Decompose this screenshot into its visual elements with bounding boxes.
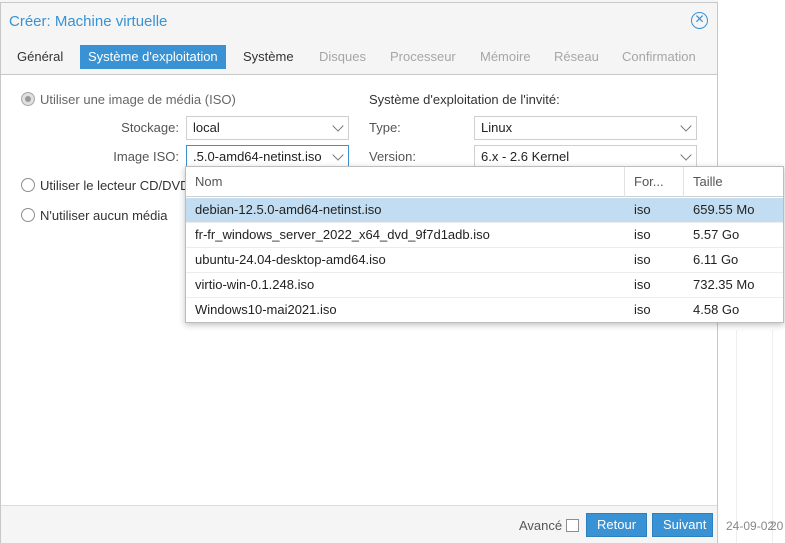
tab-general[interactable]: Général	[9, 45, 71, 69]
iso-size: 732.35 Mo	[693, 277, 755, 292]
next-button[interactable]: Suivant	[652, 513, 713, 537]
tab-memory: Mémoire	[480, 49, 531, 64]
iso-row[interactable]: debian-12.5.0-amd64-netinst.iso iso 659.…	[186, 198, 783, 223]
chevron-down-icon[interactable]	[332, 149, 344, 161]
guest-os-title: Système d'exploitation de l'invité:	[369, 92, 560, 107]
iso-name: virtio-win-0.1.248.iso	[195, 277, 315, 292]
radio-cd-label: Utiliser le lecteur CD/DVD	[40, 177, 190, 193]
chevron-down-icon[interactable]	[680, 120, 692, 132]
iso-name: Windows10-mai2021.iso	[195, 302, 337, 317]
iso-format: iso	[634, 302, 651, 317]
iso-format: iso	[634, 277, 651, 292]
iso-name: fr-fr_windows_server_2022_x64_dvd_9f7d1a…	[195, 227, 490, 242]
iso-name: debian-12.5.0-amd64-netinst.iso	[195, 202, 382, 217]
advanced-label: Avancé	[519, 518, 563, 533]
iso-row[interactable]: fr-fr_windows_server_2022_x64_dvd_9f7d1a…	[186, 223, 783, 248]
tab-system[interactable]: Système	[235, 45, 302, 69]
background-axis-date-cut: 20	[770, 519, 784, 533]
iso-size: 5.57 Go	[693, 227, 740, 242]
column-header-format[interactable]: For...	[625, 167, 684, 197]
radio-unchecked-icon[interactable]	[21, 208, 35, 222]
iso-row[interactable]: Windows10-mai2021.iso iso 4.58 Go	[186, 298, 783, 323]
advanced-checkbox[interactable]	[566, 519, 579, 532]
column-header-name[interactable]: Nom	[186, 167, 625, 197]
tab-disks: Disques	[319, 49, 366, 64]
iso-format: iso	[634, 227, 651, 242]
dialog-title: Créer: Machine virtuelle	[9, 13, 168, 30]
back-button[interactable]: Retour	[586, 513, 647, 537]
iso-dropdown-list: Nom For... Taille debian-12.5.0-amd64-ne…	[185, 166, 784, 323]
column-header-size[interactable]: Taille	[684, 167, 783, 197]
iso-row[interactable]: virtio-win-0.1.248.iso iso 732.35 Mo	[186, 273, 783, 298]
radio-use-iso[interactable]: Utiliser une image de média (ISO)	[21, 90, 236, 108]
iso-size: 659.55 Mo	[693, 202, 755, 217]
dialog-footer: Avancé Retour Suivant	[1, 505, 717, 543]
close-icon[interactable]: ✕	[691, 12, 708, 29]
iso-format: iso	[634, 252, 651, 267]
iso-size: 6.11 Go	[693, 252, 739, 267]
radio-no-media[interactable]: N'utiliser aucun média	[21, 206, 168, 224]
radio-iso-label: Utiliser une image de média (ISO)	[40, 91, 236, 107]
os-type-select[interactable]: Linux	[474, 116, 697, 140]
iso-image-label: Image ISO:	[113, 149, 179, 164]
os-version-label: Version:	[369, 149, 416, 164]
background-gridline	[736, 330, 737, 543]
tab-network: Réseau	[554, 49, 599, 64]
iso-list-header: Nom For... Taille	[186, 167, 783, 197]
iso-row[interactable]: ubuntu-24.04-desktop-amd64.iso iso 6.11 …	[186, 248, 783, 273]
background-axis-date: 24-09-02	[726, 519, 775, 533]
radio-use-cd[interactable]: Utiliser le lecteur CD/DVD	[21, 176, 190, 194]
chevron-down-icon[interactable]	[332, 120, 344, 132]
storage-label: Stockage:	[121, 120, 179, 135]
background-gridline	[772, 330, 773, 543]
iso-image-value: .5.0-amd64-netinst.iso	[193, 149, 322, 164]
chevron-down-icon[interactable]	[680, 149, 692, 161]
radio-checked-icon[interactable]	[21, 92, 35, 106]
os-type-value: Linux	[481, 120, 513, 135]
radio-unchecked-icon[interactable]	[21, 178, 35, 192]
radio-none-label: N'utiliser aucun média	[40, 207, 168, 223]
iso-name: ubuntu-24.04-desktop-amd64.iso	[195, 252, 386, 267]
tab-confirmation: Confirmation	[622, 49, 696, 64]
iso-format: iso	[634, 202, 651, 217]
storage-select[interactable]: local	[186, 116, 349, 140]
os-type-label: Type:	[369, 120, 401, 135]
os-version-value: 6.x - 2.6 Kernel	[481, 149, 570, 164]
tab-cpu: Processeur	[390, 49, 456, 64]
tab-os[interactable]: Système d'exploitation	[80, 45, 226, 69]
storage-value: local	[193, 120, 220, 135]
iso-size: 4.58 Go	[693, 302, 740, 317]
